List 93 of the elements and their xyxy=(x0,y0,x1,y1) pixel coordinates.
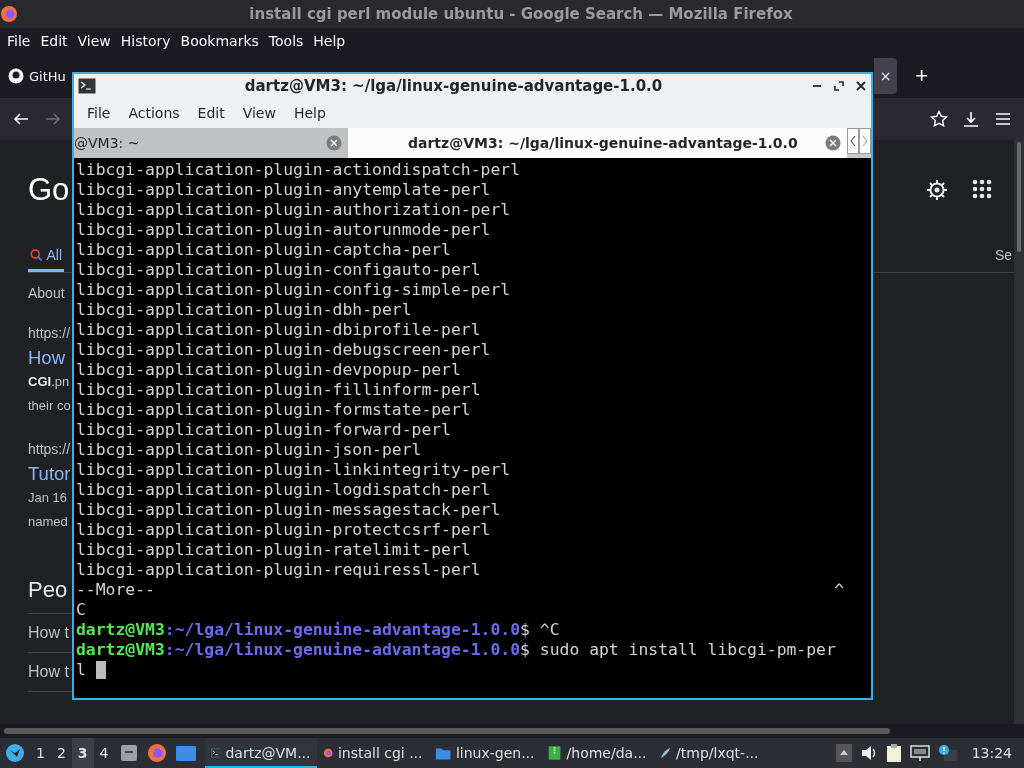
terminal-line: libcgi-application-plugin-fillinform-perl xyxy=(76,380,481,400)
terminal-line: libcgi-application-plugin-dbh-perl xyxy=(76,300,412,320)
download-icon[interactable] xyxy=(962,110,980,128)
terminal-line: libcgi-application-plugin-linkintegrity-perl xyxy=(76,460,511,480)
menu-item[interactable]: Help xyxy=(284,105,335,121)
bookmark-star-icon[interactable] xyxy=(930,110,948,128)
browser-tab[interactable]: GitHu xyxy=(0,58,66,94)
taskbar-button[interactable]: dartz@VM... xyxy=(204,738,317,768)
window-title: install cgi perl module ubuntu - Google Search — Mozilla Firefox xyxy=(248,5,794,23)
menu-item[interactable]: Help xyxy=(308,33,351,49)
file-cabinet-icon[interactable] xyxy=(118,743,139,763)
terminal-line: dartz@VM3:~/lga/linux-genuine-advantage-1.0.0$ ^C xyxy=(76,620,560,640)
clock: 13:24 xyxy=(971,745,1012,761)
menu-item[interactable]: Tools xyxy=(263,33,309,49)
pager-prompt: --More-- xyxy=(76,580,155,600)
taskbar-button[interactable]: linux-gen... xyxy=(428,738,541,768)
terminal-line: libcgi-application-plugin-protectcsrf-perl xyxy=(76,520,491,540)
search-tab[interactable]: Se xyxy=(992,240,1014,269)
terminal-line: libcgi-application-plugin-requiressl-perl xyxy=(76,560,481,580)
taskbar-button[interactable]: /tmp/lxqt-... xyxy=(652,738,765,768)
result-snippet: CGI.pn xyxy=(28,373,70,391)
result-url: https:// xyxy=(28,441,71,457)
new-tab-button[interactable]: + xyxy=(909,62,934,90)
workspace-button[interactable]: 4 xyxy=(93,738,115,768)
results-count: About xyxy=(28,285,65,301)
workspace-button[interactable]: 3 xyxy=(71,738,94,768)
network-icon[interactable] xyxy=(909,744,930,762)
terminal-line: libcgi-application-plugin-authorization-perl xyxy=(76,200,511,220)
menu-icon[interactable] xyxy=(994,110,1012,128)
terminal-line: libcgi-application-plugin-devpopup-perl xyxy=(76,360,461,380)
firefox-logo-icon xyxy=(0,5,18,23)
archive-icon xyxy=(546,745,562,761)
menu-item[interactable]: View xyxy=(72,33,116,49)
terminal-line: libcgi-application-plugin-captcha-perl xyxy=(76,240,451,260)
terminal-line: libcgi-application-plugin-anytemplate-perl xyxy=(76,180,491,200)
result-title-link[interactable]: How xyxy=(28,347,65,369)
desktop-icon[interactable] xyxy=(174,743,197,763)
volume-icon[interactable] xyxy=(859,744,878,762)
terminal-icon xyxy=(78,78,96,94)
terminal-line: libcgi-application-plugin-ratelimit-perl xyxy=(76,540,471,560)
workspace-button[interactable]: 2 xyxy=(50,738,72,768)
menu-item[interactable]: View xyxy=(233,105,285,121)
menu-item[interactable]: Edit xyxy=(35,33,73,49)
terminal-tab[interactable]: @VM3: ~ xyxy=(74,128,348,158)
menu-item[interactable]: History xyxy=(115,33,176,49)
result-snippet: their co xyxy=(28,397,71,415)
terminal-line: libcgi-application-plugin-actiondispatch-perl xyxy=(76,160,521,180)
terminal-icon xyxy=(210,745,221,761)
terminal-line: libcgi-application-plugin-forward-perl xyxy=(76,420,451,440)
terminal-line: libcgi-application-plugin-messagestack-perl xyxy=(76,500,501,520)
quill-icon xyxy=(658,745,672,761)
search-icon xyxy=(30,247,43,262)
terminal-line: libcgi-application-plugin-logdispatch-perl xyxy=(76,480,491,500)
menu-item[interactable]: Actions xyxy=(119,105,189,121)
workspace-button[interactable]: 1 xyxy=(30,738,51,768)
terminal-line: libcgi-application-plugin-json-perl xyxy=(76,440,422,460)
taskbar-button[interactable]: /home/da... xyxy=(540,738,653,768)
scrollbar[interactable] xyxy=(1014,140,1024,724)
terminal-line: dartz@VM3:~/lga/linux-genuine-advantage-1.0.0$ sudo apt install libcgi-pm-per xyxy=(76,640,836,660)
menu-item[interactable]: Edit xyxy=(188,105,234,121)
close-icon[interactable] xyxy=(855,80,867,92)
maximize-icon[interactable] xyxy=(833,80,845,92)
terminal-line: libcgi-application-plugin-configauto-perl xyxy=(76,260,481,280)
terminal-line: libcgi-application-plugin-formstate-perl xyxy=(76,400,471,420)
terminal-line: libcgi-application-plugin-debugscreen-perl xyxy=(76,340,491,360)
terminal-tab[interactable]: dartz@VM3: ~/lga/linux-genuine-advantage-1.0.0 xyxy=(348,128,847,158)
close-tab-icon[interactable] xyxy=(825,135,841,151)
pager-marker: ^ xyxy=(834,580,844,600)
notification-icon[interactable] xyxy=(937,744,958,762)
terminal-line: l xyxy=(76,660,86,680)
result-snippet: named xyxy=(28,513,68,531)
taskbar-button[interactable]: install cgi ... xyxy=(316,738,429,768)
menu-item[interactable]: File xyxy=(78,105,120,121)
google-logo: Go xyxy=(28,172,70,208)
menu-item[interactable]: Bookmarks xyxy=(175,33,264,49)
result-snippet: Jan 16 xyxy=(28,489,68,507)
close-tab-icon[interactable] xyxy=(326,135,342,151)
settings-icon[interactable] xyxy=(926,179,948,201)
window-title: dartz@VM3: ~/lga/linux-genuine-advantage-1.0.0 xyxy=(243,77,664,95)
browser-tab[interactable]: × xyxy=(874,58,898,94)
firefox-icon[interactable] xyxy=(146,743,167,763)
search-tab[interactable]: All xyxy=(28,240,64,272)
folder-icon xyxy=(434,745,451,761)
result-url: https:// xyxy=(28,325,71,341)
menu-item[interactable]: File xyxy=(2,33,36,49)
clipboard-icon[interactable] xyxy=(885,743,902,763)
horizontal-scrollbar[interactable] xyxy=(4,728,890,734)
terminal-line: libcgi-application-plugin-dbiprofile-perl xyxy=(76,320,481,340)
terminal-line: libcgi-application-plugin-config-simple-perl xyxy=(76,280,511,300)
terminal-line: libcgi-application-plugin-autorunmode-perl xyxy=(76,220,491,240)
result-title-link[interactable]: Tutor xyxy=(28,463,71,485)
terminal-line: C xyxy=(76,600,86,620)
apps-grid-icon[interactable] xyxy=(972,179,992,199)
